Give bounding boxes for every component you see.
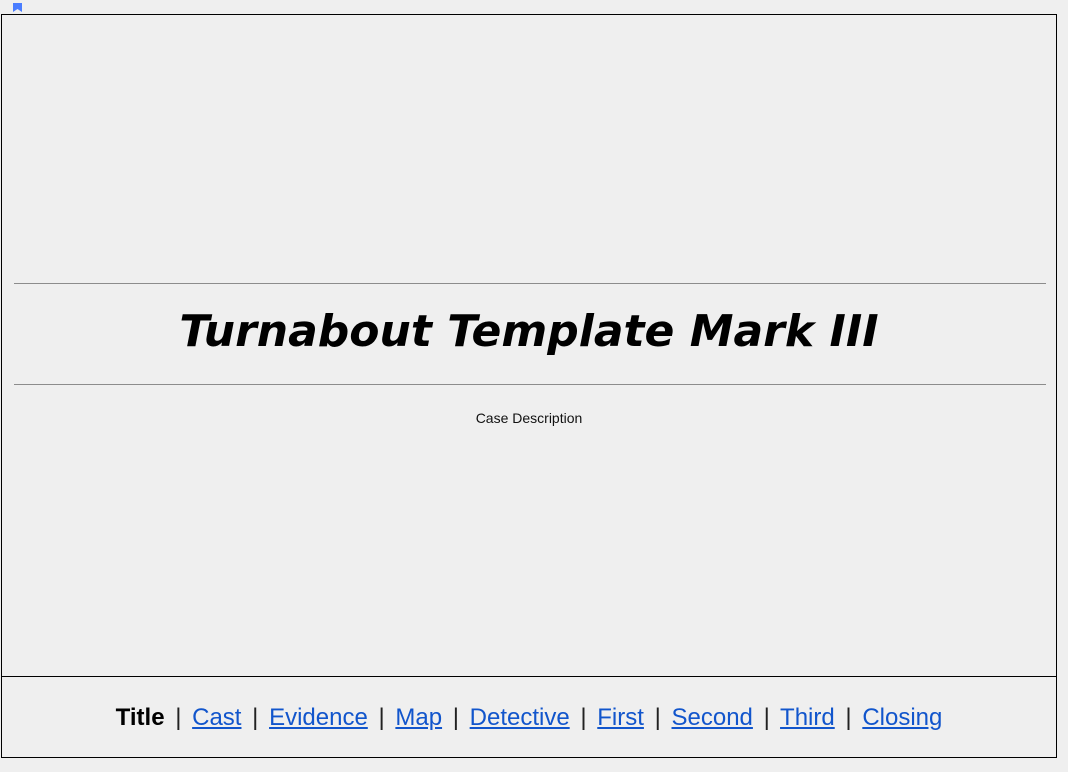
nav-separator: |: [175, 704, 182, 731]
nav-separator: |: [252, 704, 259, 731]
nav-link-second[interactable]: Second: [672, 704, 753, 731]
nav-links: Title | Cast | Evidence | Map | Detectiv…: [2, 704, 1056, 732]
nav-link-detective[interactable]: Detective: [470, 704, 570, 731]
nav-separator: |: [763, 704, 770, 731]
nav-link-evidence[interactable]: Evidence: [269, 704, 368, 731]
nav-separator: |: [654, 704, 661, 731]
page-title: Turnabout Template Mark III: [179, 306, 879, 357]
bottom-divider: [14, 384, 1046, 385]
nav-link-first[interactable]: First: [597, 704, 644, 731]
nav-separator: |: [452, 704, 459, 731]
nav-separator: |: [580, 704, 587, 731]
nav-separator: |: [845, 704, 852, 731]
nav-link-closing[interactable]: Closing: [862, 704, 942, 731]
nav-link-map[interactable]: Map: [395, 704, 442, 731]
bookmark-icon[interactable]: [13, 3, 22, 12]
nav-link-third[interactable]: Third: [780, 704, 835, 731]
navigation-bar: Title | Cast | Evidence | Map | Detectiv…: [1, 676, 1057, 758]
case-description: Case Description: [475, 410, 583, 426]
nav-separator: |: [378, 704, 385, 731]
title-slide: Turnabout Template Mark III Case Descrip…: [1, 14, 1057, 677]
nav-link-cast[interactable]: Cast: [192, 704, 241, 731]
nav-item-title: Title: [115, 704, 165, 731]
top-divider: [14, 283, 1046, 284]
